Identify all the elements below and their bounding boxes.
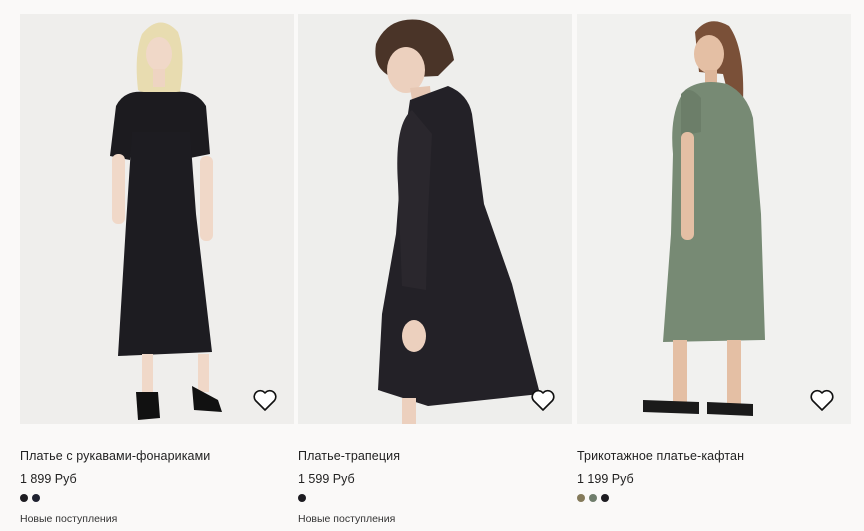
heart-outline-icon[interactable] [252,388,278,412]
model-photo-black-puff-sleeve-dress [20,14,294,424]
product-image[interactable] [298,14,572,424]
color-swatch[interactable] [577,494,585,502]
color-swatches [298,494,306,502]
color-swatch[interactable] [20,494,28,502]
product-card[interactable]: Платье-трапеция 1 599 Руб Новые поступле… [298,14,572,531]
model-photo-khaki-kaftan-dress [577,14,851,424]
product-card[interactable]: Трикотажное платье-кафтан 1 199 Руб [577,14,851,531]
color-swatch[interactable] [601,494,609,502]
product-title[interactable]: Платье-трапеция [298,449,400,463]
product-price: 1 199 Руб [577,472,634,486]
color-swatch[interactable] [589,494,597,502]
product-title[interactable]: Трикотажное платье-кафтан [577,449,744,463]
product-card[interactable]: Платье с рукавами-фонариками 1 899 Руб Н… [20,14,294,531]
product-price: 1 899 Руб [20,472,77,486]
heart-outline-icon[interactable] [530,388,556,412]
color-swatches [577,494,609,502]
color-swatches [20,494,40,502]
color-swatch[interactable] [298,494,306,502]
product-image[interactable] [20,14,294,424]
heart-outline-icon[interactable] [809,388,835,412]
new-arrivals-badge: Новые поступления [20,513,118,525]
product-image[interactable] [577,14,851,424]
product-grid: Платье с рукавами-фонариками 1 899 Руб Н… [0,0,864,531]
color-swatch[interactable] [32,494,40,502]
product-title[interactable]: Платье с рукавами-фонариками [20,449,210,463]
model-photo-black-trapeze-dress [298,14,572,424]
new-arrivals-badge: Новые поступления [298,513,396,525]
product-price: 1 599 Руб [298,472,355,486]
